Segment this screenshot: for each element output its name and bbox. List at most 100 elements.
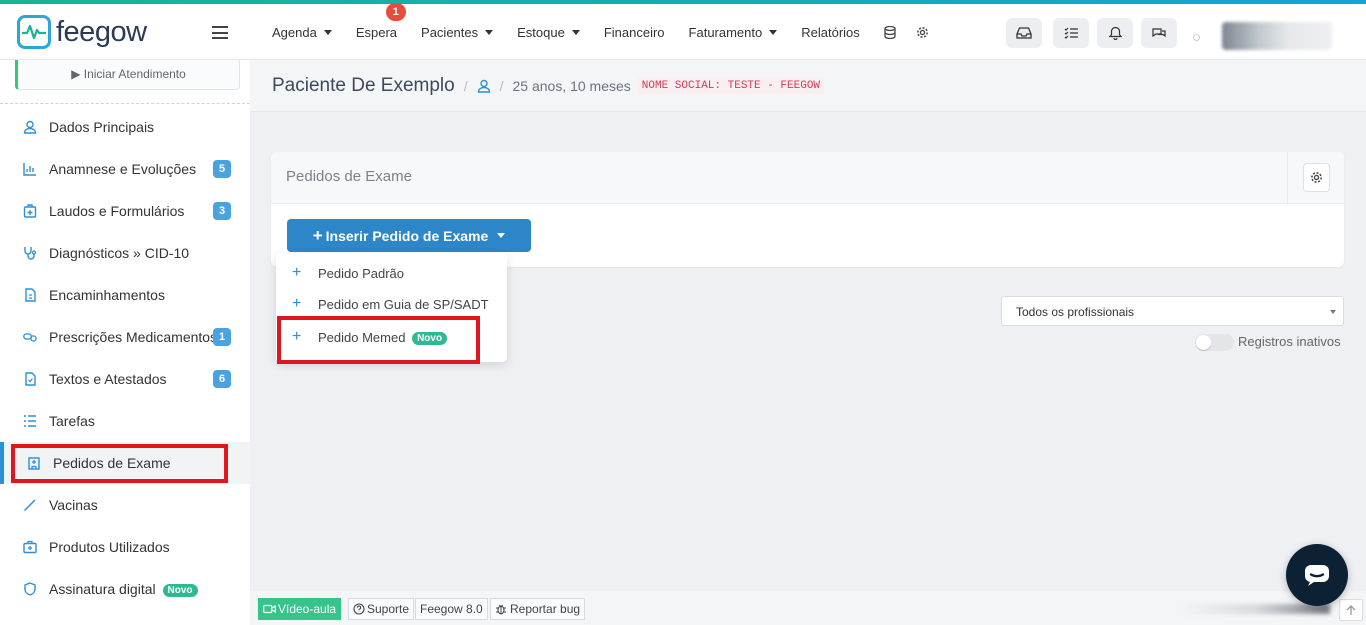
version-label: Feegow 8.0	[415, 598, 488, 620]
insert-button-label: Inserir Pedido de Exame	[325, 227, 489, 244]
chevron-down-icon	[485, 29, 494, 35]
version-text: Feegow 8.0	[420, 602, 483, 616]
sidebar-item-prescricoes[interactable]: Prescrições Medicamentos 1	[0, 316, 250, 358]
support-button[interactable]: Suporte	[348, 598, 415, 620]
sidebar-item-label: Tarefas	[49, 413, 95, 429]
kit-icon	[23, 540, 37, 554]
plus-icon: +	[292, 264, 302, 281]
syringe-icon	[23, 499, 36, 512]
count-badge: 1	[213, 328, 231, 346]
panel-title: Pedidos de Exame	[286, 168, 412, 185]
inactive-records-toggle[interactable]	[1195, 334, 1234, 351]
sidebar-item-label: Encaminhamentos	[49, 287, 165, 303]
blurred-footer-text	[1180, 604, 1330, 614]
espera-count-badge: 1	[385, 2, 406, 21]
list-icon	[24, 415, 36, 427]
nav-pacientes-label: Pacientes	[421, 24, 479, 40]
sidebar-item-tarefas[interactable]: Tarefas	[0, 400, 250, 442]
nav-financeiro-label: Financeiro	[603, 24, 665, 40]
pills-icon	[23, 333, 37, 342]
sidebar-item-encaminhamentos[interactable]: Encaminhamentos	[0, 274, 250, 316]
document-icon	[25, 288, 36, 302]
scroll-top-button[interactable]	[1339, 599, 1363, 621]
menu-toggle-icon[interactable]	[212, 26, 228, 39]
bell-icon[interactable]	[1097, 18, 1133, 48]
chat-widget-button[interactable]	[1286, 544, 1348, 606]
user-icon[interactable]	[477, 79, 491, 93]
menu-item-label: Pedido em Guia de SP/SADT	[318, 297, 489, 312]
highlight-box-sidebar	[11, 444, 228, 483]
sidebar-item-dados-principais[interactable]: Dados Principais	[0, 106, 250, 148]
inactive-records-label: Registros inativos	[1238, 334, 1341, 349]
sidebar-item-label: Produtos Utilizados	[49, 539, 170, 555]
user-avatar[interactable]	[1222, 22, 1332, 50]
chart-icon	[23, 163, 36, 176]
sidebar-item-assinatura[interactable]: Assinatura digital Novo	[0, 568, 250, 610]
arrow-up-icon	[1346, 604, 1356, 615]
sidebar-item-label: Dados Principais	[49, 119, 155, 135]
tasks-icon[interactable]	[1053, 18, 1089, 48]
chat-icon[interactable]	[1141, 18, 1177, 48]
highlight-box-memed	[277, 316, 480, 364]
nav-agenda-label: Agenda	[272, 24, 317, 40]
sidebar-item-produtos[interactable]: Produtos Utilizados	[0, 526, 250, 568]
status-indicator	[1193, 34, 1200, 41]
panel-header: Pedidos de Exame	[271, 152, 1344, 204]
nav-agenda[interactable]: Agenda	[272, 25, 332, 40]
user-icon	[23, 120, 37, 134]
panel-settings-button[interactable]	[1303, 163, 1330, 192]
nav-faturamento[interactable]: Faturamento	[689, 25, 778, 40]
nav-estoque-label: Estoque	[517, 24, 565, 40]
nav-espera-label: Espera	[355, 24, 398, 40]
plus-icon: +	[312, 225, 323, 245]
sidebar-item-label: Laudos e Formulários	[49, 203, 185, 219]
patient-name[interactable]: Paciente De Exemplo	[272, 75, 455, 97]
nav-relatorios-label: Relatórios	[801, 24, 860, 40]
sidebar-item-vacinas[interactable]: Vacinas	[0, 484, 250, 526]
breadcrumb-separator: /	[499, 78, 504, 94]
feegow-logo[interactable]: feegow	[17, 15, 147, 49]
bug-icon	[496, 604, 506, 615]
sidebar-item-label: Textos e Atestados	[49, 371, 167, 387]
nav-estoque[interactable]: Estoque	[517, 25, 580, 40]
sidebar-item-label: Prescrições Medicamentos	[49, 329, 218, 345]
chevron-down-icon	[571, 29, 580, 35]
start-attendance-button[interactable]: ▶ Iniciar Atendimento	[15, 60, 240, 90]
inbox-icon[interactable]	[1006, 18, 1042, 48]
menu-item-label: Pedido Padrão	[318, 266, 405, 281]
insert-exam-request-button[interactable]: + Inserir Pedido de Exame	[287, 219, 531, 252]
menu-item-pedido-padrao[interactable]: + Pedido Padrão	[276, 259, 507, 289]
nav-faturamento-label: Faturamento	[688, 24, 763, 40]
sidebar-item-anamnese[interactable]: Anamnese e Evoluções 5	[0, 148, 250, 190]
nav-espera[interactable]: Espera 1	[355, 2, 406, 40]
sidebar-item-laudos[interactable]: Laudos e Formulários 3	[0, 190, 250, 232]
video-lesson-button[interactable]: Vídeo-aula	[258, 598, 342, 620]
sidebar-item-label: Diagnósticos » CID-10	[49, 245, 190, 261]
medkit-icon	[23, 204, 37, 218]
select-value: Todos os profissionais	[1016, 305, 1135, 319]
social-name-tag: NOME SOCIAL: TESTE - FEEGOW	[637, 78, 825, 94]
gear-icon[interactable]	[916, 26, 929, 39]
video-icon	[263, 604, 276, 614]
logo-mark-icon	[17, 15, 51, 49]
chat-bubble-icon	[1305, 565, 1329, 586]
count-badge: 3	[213, 202, 231, 220]
professional-select[interactable]: Todos os profissionais	[1001, 296, 1344, 326]
sidebar-item-diagnosticos[interactable]: Diagnósticos » CID-10	[0, 232, 250, 274]
sidebar-item-textos[interactable]: Textos e Atestados 6	[0, 358, 250, 400]
nav-relatorios[interactable]: Relatórios	[801, 25, 860, 40]
database-icon[interactable]	[884, 25, 896, 39]
sidebar-divider	[0, 103, 250, 104]
chevron-down-icon	[769, 29, 778, 35]
nav-financeiro[interactable]: Financeiro	[604, 25, 665, 40]
report-bug-button[interactable]: Reportar bug	[490, 598, 586, 620]
count-badge: 6	[213, 370, 231, 388]
breadcrumb-separator: /	[463, 78, 468, 94]
help-icon	[353, 603, 365, 615]
chevron-down-icon	[1330, 310, 1336, 314]
novo-badge: Novo	[162, 584, 198, 597]
stethoscope-icon	[24, 247, 37, 260]
panel-settings	[1287, 152, 1344, 204]
gear-icon	[1311, 172, 1322, 183]
nav-pacientes[interactable]: Pacientes	[421, 24, 494, 40]
